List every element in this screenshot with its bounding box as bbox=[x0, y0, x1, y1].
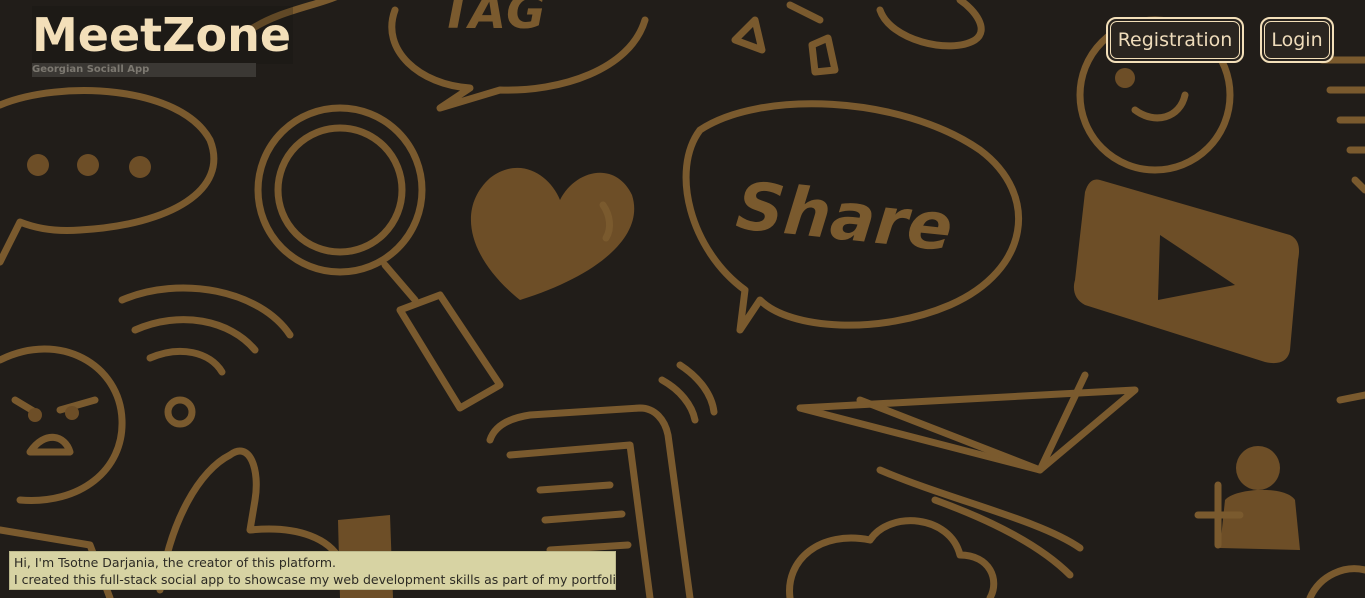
cloud-icon bbox=[786, 517, 998, 598]
magnifier-icon bbox=[254, 104, 504, 412]
play-icon bbox=[1073, 179, 1300, 364]
doodle-background: TAG Share bbox=[0, 0, 1365, 598]
app-title[interactable]: MeetZone bbox=[32, 6, 294, 64]
creator-intro-box: Hi, I'm Tsotne Darjania, the creator of … bbox=[9, 551, 616, 590]
brand: MeetZone Georgian Sociall App bbox=[32, 6, 294, 77]
share-word: Share bbox=[733, 167, 956, 266]
wifi-icon bbox=[118, 284, 294, 428]
intro-line-2: I created this full-stack social app to … bbox=[14, 572, 616, 587]
tag-word: TAG bbox=[440, 0, 546, 40]
share-bubble-icon: Share bbox=[682, 100, 1023, 334]
angry-face-icon bbox=[0, 345, 126, 504]
tag-bubble-icon: TAG bbox=[388, 0, 649, 112]
login-button[interactable]: Login bbox=[1260, 17, 1334, 63]
chat-bubble-icon bbox=[0, 87, 218, 266]
app-subtitle: Georgian Sociall App bbox=[32, 63, 256, 77]
landing-page: TAG Share MeetZone Georgian Sociall App … bbox=[0, 0, 1365, 598]
paper-plane-icon bbox=[796, 371, 1139, 579]
registration-button[interactable]: Registration bbox=[1106, 17, 1244, 63]
add-user-icon bbox=[1194, 446, 1300, 550]
intro-line-1: Hi, I'm Tsotne Darjania, the creator of … bbox=[14, 555, 336, 570]
